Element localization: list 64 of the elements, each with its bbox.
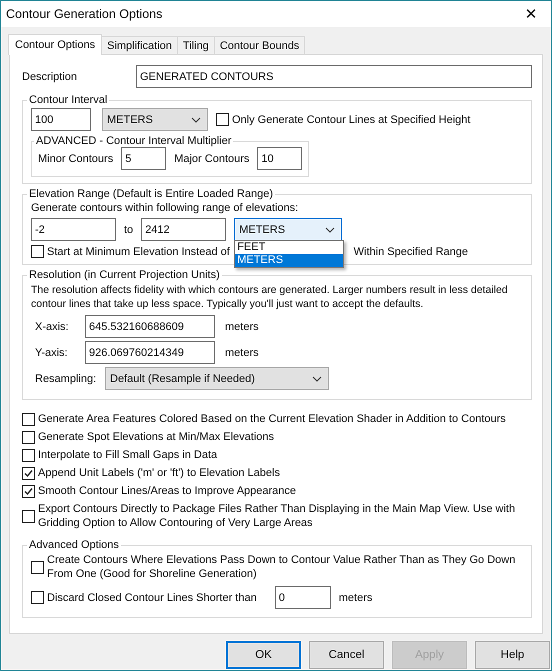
y-axis-label: Y-axis:	[35, 346, 69, 358]
x-axis-field[interactable]: 645.532160688609	[85, 315, 215, 338]
unit-label: meters	[338, 592, 372, 604]
dropdown-option[interactable]: FEET	[235, 241, 344, 254]
checkbox-label: Only Generate Contour Lines at Specified Height	[232, 114, 470, 126]
description-label: Description	[22, 70, 78, 82]
to-label: to	[124, 224, 134, 236]
close-button[interactable]: ✕	[511, 1, 551, 27]
major-contours-label: Major Contours	[174, 152, 250, 164]
interval-field[interactable]: 100	[31, 108, 91, 131]
checkbox-label: Generate Spot Elevations at Min/Max Elevations	[38, 430, 274, 444]
unit-label: meters	[225, 320, 259, 332]
checkbox[interactable]	[31, 245, 44, 258]
x-axis-label: X-axis:	[35, 320, 70, 332]
window-title: Contour Generation Options	[6, 7, 162, 21]
checkbox-label: Generate Area Features Colored Based on the Current Elevation Shader in Addition to Contours	[38, 412, 506, 426]
checkbox-label: Start at Minimum Elevation Instead of	[47, 246, 230, 258]
resampling-dropdown[interactable]: Default (Resample if Needed)	[105, 367, 329, 390]
minor-contours-field[interactable]: 5	[121, 147, 166, 170]
checkbox[interactable]	[31, 591, 44, 604]
group-title: Elevation Range (Default is Entire Loaded Range)	[28, 188, 274, 200]
tab[interactable]: Contour Bounds	[214, 36, 306, 54]
chevron-down-icon	[312, 376, 322, 382]
group-title: Resolution (in Current Projection Units)	[28, 269, 221, 281]
checkbox[interactable]	[22, 510, 35, 522]
checkbox-label: Create Contours Where Elevations Pass Down to Contour Value Rather Than as They Go Down From One (Good for Shoreline Generation)	[47, 553, 516, 581]
dropdown-option[interactable]: METERS	[235, 254, 344, 267]
dialog-button[interactable]: Help	[475, 641, 550, 669]
tab[interactable]: Contour Options	[8, 34, 102, 55]
description-field[interactable]: GENERATED CONTOURS	[136, 65, 532, 88]
dialog-button[interactable]: Cancel	[309, 641, 384, 669]
checkbox-label: Interpolate to Fill Small Gaps in Data	[38, 448, 218, 462]
unit-dropdown[interactable]: METERS	[102, 108, 208, 131]
min-elevation-field[interactable]: -2	[31, 218, 116, 241]
resolution-note: The resolution affects fidelity with which contours are generated. Larger numbers result in less detailed contour lines that take up less space. Typically you'll just want to accept the defaults.	[31, 283, 509, 311]
checkbox[interactable]	[22, 448, 35, 462]
length-field[interactable]: 0	[274, 586, 331, 609]
elevation-unit-dropdown[interactable]: METERS	[234, 218, 342, 241]
checkbox-label: Discard Closed Contour Lines Shorter than	[47, 592, 257, 604]
checkbox[interactable]	[216, 113, 229, 126]
group-title: Contour Interval	[28, 94, 108, 106]
tab[interactable]: Simplification	[101, 36, 178, 54]
checkbox[interactable]	[22, 412, 35, 426]
checkbox[interactable]	[22, 484, 35, 498]
unit-label: meters	[225, 346, 259, 358]
checkbox-label: Append Unit Labels ('m' or 'ft') to Elevation Labels	[38, 466, 280, 480]
resampling-label: Resampling:	[35, 372, 98, 384]
major-contours-field[interactable]: 10	[257, 147, 302, 170]
checkbox[interactable]	[22, 430, 35, 444]
group-title: ADVANCED - Contour Interval Multiplier	[35, 135, 232, 147]
max-elevation-field[interactable]: 2412	[141, 218, 226, 241]
checkbox-label: Export Contours Directly to Package Files Rather Than Displaying in the Main Map View. Use with Gridding Option to Allow Contouring of Very Large Areas	[38, 502, 516, 530]
checkbox-label: Within Specified Range	[354, 246, 468, 258]
checkbox[interactable]	[22, 466, 35, 480]
range-prompt: Generate contours within following range of elevations:	[31, 202, 300, 214]
group-title: Advanced Options	[28, 539, 120, 551]
chevron-down-icon	[325, 226, 336, 232]
tab[interactable]: Tiling	[176, 36, 215, 54]
chevron-down-icon	[191, 116, 201, 122]
checkbox-label: Smooth Contour Lines/Areas to Improve Appearance	[38, 484, 296, 498]
minor-contours-label: Minor Contours	[38, 152, 114, 164]
y-axis-field[interactable]: 926.069760214349	[85, 341, 215, 364]
checkbox[interactable]	[31, 560, 44, 574]
dialog-button[interactable]: OK	[226, 641, 301, 669]
